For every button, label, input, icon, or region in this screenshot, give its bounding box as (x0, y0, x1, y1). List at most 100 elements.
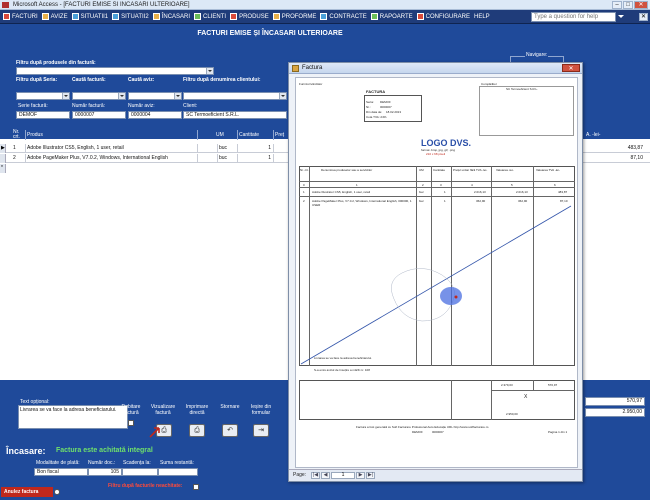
chevron-down-icon[interactable] (206, 68, 213, 74)
menu-incasari[interactable]: ÎNCASARI (151, 10, 192, 24)
aviz-no-field[interactable]: 0000004 (128, 111, 182, 119)
close-window-button[interactable]: ✕ (634, 1, 648, 9)
cursor-arrow-icon (149, 427, 160, 438)
cancel-invoice-button[interactable]: Anulez factura (1, 487, 53, 497)
avize-icon (41, 13, 49, 20)
row-total[interactable]: 87,10 (585, 154, 645, 163)
search-invoice-label: Caută factură: (72, 77, 106, 83)
menu-clienti[interactable]: CLIENTI (192, 10, 228, 24)
report-status-bar: Page: |◀ ◀ 1 ▶ ▶| (289, 469, 582, 481)
filter-series-combo[interactable] (16, 92, 70, 100)
chevron-down-icon[interactable] (279, 93, 286, 99)
form-title: FACTURI EMISE ȘI ÎNCASARI ULTERIOARE (197, 30, 343, 37)
aviz-no-label: Număr aviz: (128, 103, 155, 109)
last-page-button[interactable]: ▶| (366, 472, 375, 479)
preview-icon: ⎙ (161, 427, 167, 434)
produse-icon (230, 13, 238, 20)
doc-no-field[interactable]: 105 (88, 468, 122, 476)
total-tva: 570,97 (585, 397, 645, 406)
r2-nr: 2 (303, 199, 305, 203)
row-um[interactable]: buc (218, 154, 238, 163)
menu-rapoarte[interactable]: RAPOARTE (369, 10, 415, 24)
r2-qty: 1 (444, 199, 446, 203)
exit-button[interactable]: ⇥ (253, 424, 269, 437)
menu-configurare[interactable]: CONFIGURARE (415, 10, 472, 24)
form-close-button[interactable]: ✕ (639, 13, 648, 21)
row-selector[interactable]: * (0, 164, 6, 173)
page-number-field[interactable]: 1 (331, 472, 355, 479)
row-product[interactable]: Adobe Illustrator CS5, English, 1 user, … (26, 144, 198, 153)
menu-help[interactable]: HELP (472, 10, 492, 24)
row-selector[interactable]: ▶ (0, 144, 6, 153)
chevron-down-icon[interactable] (174, 93, 181, 99)
notes-field[interactable]: Livrarea se va face la adresa beneficiar… (18, 405, 128, 429)
row-qty[interactable]: 1 (238, 144, 274, 153)
row-total[interactable]: 483,87 (585, 144, 645, 153)
row-um[interactable]: buc (218, 144, 238, 153)
invoice-no-field[interactable]: 0000007 (72, 111, 126, 119)
row-qty[interactable]: 1 (238, 154, 274, 163)
th-name: Denumirea produselor sau a serviciilor (321, 168, 373, 172)
menu-produse[interactable]: PRODUSE (228, 10, 271, 24)
menu-contracte[interactable]: CONTRACTE (318, 10, 368, 24)
exit-label: Ieșire din formular (250, 404, 272, 416)
menu-situatii2[interactable]: SITUATII2 (110, 10, 151, 24)
maximize-button[interactable]: □ (623, 1, 633, 9)
row-product-dropdown[interactable] (198, 144, 218, 153)
menu-facturi[interactable]: FACTURI (1, 10, 40, 24)
unpaid-filter-label: Filtru după facturile neachitate: (108, 483, 183, 489)
proforme-icon (272, 13, 280, 20)
idx-6: 6 (554, 183, 556, 187)
report-window-title: Factura (302, 65, 323, 71)
filter-product-combo[interactable] (16, 67, 214, 75)
chevron-down-icon[interactable] (62, 93, 69, 99)
row-product-dropdown[interactable] (198, 154, 218, 163)
facturi-icon (3, 13, 10, 20)
client-field[interactable]: SC Termoeficient S.R.L. (183, 111, 287, 119)
filter-product-label: Filtru după produsele din factură: (16, 60, 96, 66)
help-dropdown-icon[interactable] (618, 15, 624, 18)
next-page-button[interactable]: ▶ (356, 472, 365, 479)
buyer-box (479, 86, 574, 136)
row-nr[interactable]: 1 (12, 144, 26, 153)
clienti-icon (194, 13, 202, 20)
header-nr: Nr. crt. (12, 130, 26, 140)
navigation-label: Navigare: (525, 52, 549, 58)
idx-1: 1 (356, 183, 358, 187)
row-product[interactable]: Adobe PageMaker Plus, V7.0.2, Windows, I… (26, 154, 198, 163)
situatii1-icon (71, 13, 79, 20)
debit-checkbox[interactable] (128, 420, 134, 426)
configurare-icon (416, 13, 424, 20)
search-invoice-combo[interactable] (72, 92, 126, 100)
report-window[interactable]: Factura ✕ Furnizor/vânzător FACTURA Seri… (288, 62, 583, 482)
unpaid-filter-checkbox[interactable] (193, 484, 199, 490)
totals-row-rule (491, 390, 575, 391)
remaining-field[interactable] (158, 468, 198, 476)
menu-proforme[interactable]: PROFORME (271, 10, 319, 24)
due-date-field[interactable] (122, 468, 158, 476)
void-diagonal-line (300, 205, 572, 365)
report-close-button[interactable]: ✕ (562, 64, 580, 72)
chevron-down-icon[interactable] (118, 93, 125, 99)
total-value: 2.379,03 (501, 383, 513, 387)
cancel-radio[interactable] (54, 489, 60, 495)
debit-label: Debitare factură (121, 404, 141, 416)
menu-avize[interactable]: AVIZE (40, 10, 70, 24)
grand-total: 2.950,00 (585, 408, 645, 417)
print-button[interactable]: ⎙ (189, 424, 205, 437)
search-aviz-combo[interactable] (128, 92, 182, 100)
series-field[interactable]: DEMOF (16, 111, 70, 119)
storno-button[interactable]: ↶ (222, 424, 238, 437)
generated-footer: Factura a fost generată cu Soft Facturar… (356, 425, 489, 429)
filter-client-combo[interactable] (183, 92, 287, 100)
first-page-button[interactable]: |◀ (311, 472, 320, 479)
invoice-heading: FACTURA (366, 89, 386, 94)
exit-door-icon: ⇥ (258, 427, 264, 434)
row-nr[interactable]: 2 (12, 154, 26, 163)
menu-situatii1[interactable]: SITUATII1 (70, 10, 111, 24)
row-selector[interactable] (0, 154, 6, 163)
payment-mode-field[interactable]: Bon fiscal (34, 468, 88, 476)
help-question-input[interactable]: Type a question for help (531, 12, 616, 22)
prev-page-button[interactable]: ◀ (321, 472, 330, 479)
minimize-button[interactable]: – (612, 1, 622, 9)
